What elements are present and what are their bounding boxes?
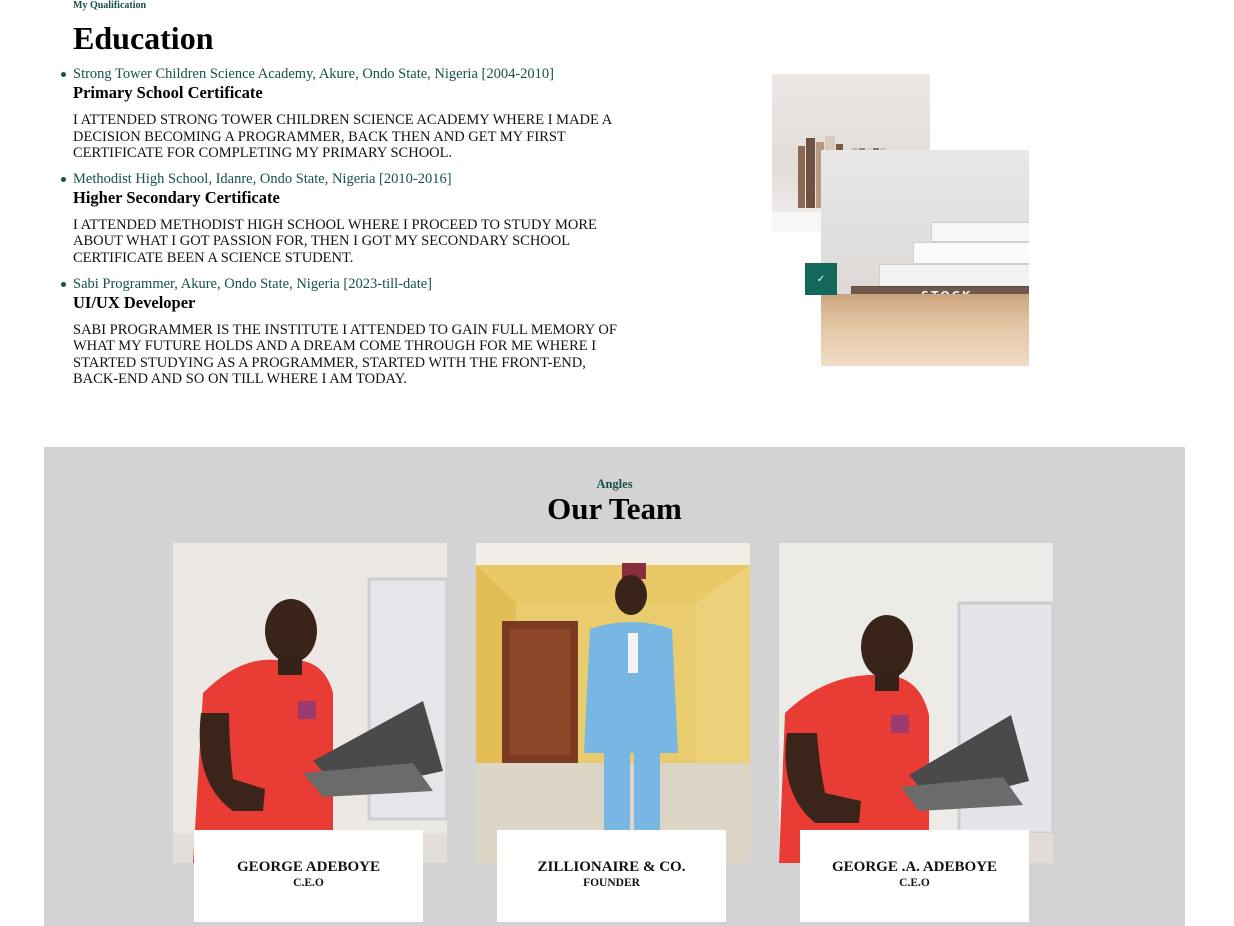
education-item: Sabi Programmer, Akure, Ondo State, Nige… [61,275,628,388]
team-member-card: GEORGE .A. ADEBOYE C.E.O [779,543,1053,922]
education-item: Strong Tower Children Science Academy, A… [61,66,628,162]
team-member-photo [476,543,750,863]
team-section: Angles Our Team GEORGE ADEBOYE C.E.O ZIL… [44,447,1185,926]
education-title: Education [73,20,214,56]
education-institution: Sabi Programmer, Akure, Ondo State, Nige… [73,275,433,292]
education-description: I ATTENDED METHODIST HIGH SCHOOL WHERE I… [73,216,597,266]
team-title: Our Team [547,491,682,526]
team-member-photo [173,543,447,863]
book-stack-photo: STOCK [821,150,1029,366]
education-certificate: Higher Secondary Certificate [73,187,280,207]
team-member-role: FOUNDER [583,877,640,889]
team-member-name: GEORGE ADEBOYE [237,859,380,875]
education-kicker: My Qualification [73,0,147,11]
team-member-role: C.E.O [899,877,930,889]
team-member-role: C.E.O [293,877,324,889]
team-member-caption: ZILLIONAIRE & CO. FOUNDER [497,830,726,922]
education-certificate: Primary School Certificate [73,83,263,102]
education-institution: Methodist High School, Idanre, Ondo Stat… [73,170,452,187]
education-certificate: UI/UX Developer [73,292,196,312]
education-list: Strong Tower Children Science Academy, A… [61,66,628,388]
education-item: Methodist High School, Idanre, Ondo Stat… [61,170,628,267]
check-icon: ✓ [805,263,837,295]
team-member-card: GEORGE ADEBOYE C.E.O [173,543,447,922]
team-member-caption: GEORGE .A. ADEBOYE C.E.O [800,830,1029,922]
team-member-card: ZILLIONAIRE & CO. FOUNDER [476,543,750,922]
education-description: SABI PROGRAMMER IS THE INSTITUTE I ATTEN… [73,321,617,388]
team-member-name: ZILLIONAIRE & CO. [537,859,686,875]
team-member-caption: GEORGE ADEBOYE C.E.O [194,830,423,922]
team-member-photo [779,543,1053,863]
education-institution: Strong Tower Children Science Academy, A… [73,66,554,82]
team-member-name: GEORGE .A. ADEBOYE [831,859,998,875]
education-description: I ATTENDED STRONG TOWER CHILDREN SCIENCE… [73,112,612,162]
